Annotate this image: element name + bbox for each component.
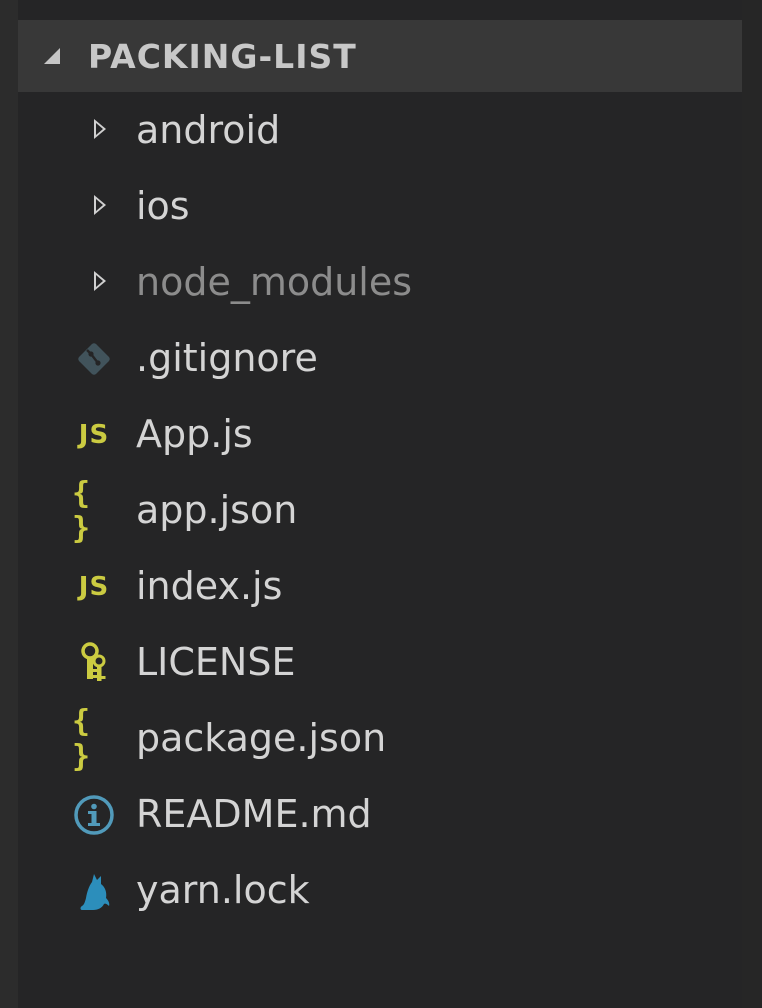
tree-item-app-json[interactable]: { } app.json [18, 472, 742, 548]
tree-item-label: package.json [136, 716, 387, 760]
json-braces-icon: { } [72, 704, 93, 774]
tree-item-label: .gitignore [136, 336, 318, 380]
chevron-down-icon [44, 48, 60, 64]
tree-item-label: node_modules [136, 260, 413, 304]
chevron-right-icon [94, 119, 106, 139]
tree-item-yarn-lock[interactable]: yarn.lock [18, 852, 742, 928]
license-key-icon [72, 642, 116, 683]
scrollbar-track[interactable] [742, 0, 762, 1008]
tree-item-license[interactable]: LICENSE [18, 624, 742, 700]
tree-item-label: LICENSE [136, 640, 296, 684]
previous-section-fragment [18, 0, 742, 14]
tree-item-readme[interactable]: README.md [18, 776, 742, 852]
tree-item-package-json[interactable]: { } package.json [18, 700, 742, 776]
tree-item-ios[interactable]: ios [18, 168, 742, 244]
file-tree: android ios node_modules .gitignore JS A… [18, 92, 742, 928]
chevron-right-icon [94, 195, 106, 215]
tree-item-label: index.js [136, 564, 283, 608]
javascript-icon: JS [78, 420, 110, 450]
tree-item-label: android [136, 108, 281, 152]
explorer-panel: PACKING-LIST android ios node_modules .g… [0, 0, 762, 1008]
section-title: PACKING-LIST [88, 36, 357, 76]
tree-item-app-js[interactable]: JS App.js [18, 396, 742, 472]
json-braces-icon: { } [72, 476, 93, 546]
tree-item-node-modules[interactable]: node_modules [18, 244, 742, 320]
git-icon [72, 339, 116, 379]
tree-item-gitignore[interactable]: .gitignore [18, 320, 742, 396]
tree-item-index-js[interactable]: JS index.js [18, 548, 742, 624]
tree-item-label: ios [136, 184, 190, 228]
tree-item-android[interactable]: android [18, 92, 742, 168]
yarn-cat-icon [72, 871, 116, 911]
tree-item-label: README.md [136, 792, 372, 836]
info-icon [72, 795, 116, 835]
tree-item-label: yarn.lock [136, 868, 310, 912]
tree-item-label: app.json [136, 488, 298, 532]
activity-bar-edge [0, 0, 18, 1008]
chevron-right-icon [94, 271, 106, 291]
tree-item-label: App.js [136, 412, 253, 456]
section-header-packing-list[interactable]: PACKING-LIST [18, 20, 742, 92]
javascript-icon: JS [78, 572, 110, 602]
